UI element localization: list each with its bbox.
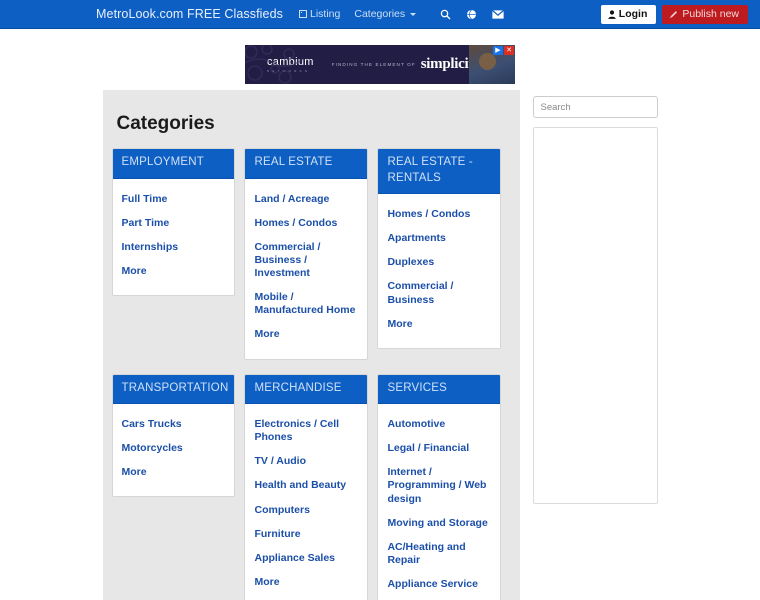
page-title: Categories	[116, 113, 215, 134]
category-panel-links: Full Time Part Time Internships More	[113, 179, 235, 295]
pencil-icon	[670, 10, 678, 18]
category-link[interactable]: Health and Beauty	[254, 474, 358, 498]
sidebar	[532, 90, 658, 600]
category-panel-title: MERCHANDISE	[245, 374, 368, 405]
brand-title[interactable]: MetroLook.com FREE Classfieds	[96, 7, 283, 21]
ad-choices-badges: ▶ ✕	[493, 46, 514, 55]
category-panel: MERCHANDISE Electronics / Cell Phones TV /…	[244, 373, 369, 600]
category-link[interactable]: Commercial / Business / Investment	[254, 236, 358, 286]
publish-new-button[interactable]: Publish new	[662, 4, 748, 24]
category-link[interactable]: Homes / Condos	[387, 203, 491, 227]
category-link[interactable]: Automotive	[387, 413, 491, 437]
category-link[interactable]: Internships	[122, 236, 226, 260]
category-link[interactable]: Duplexes	[387, 251, 491, 275]
category-link[interactable]: AC/Heating and Repair	[387, 536, 491, 573]
category-link[interactable]: Electronics / Cell Phones	[254, 413, 358, 450]
category-link[interactable]: Moving and Storage	[387, 512, 491, 536]
ad-decoration	[245, 45, 304, 84]
category-link[interactable]: Legal / Financial	[387, 437, 491, 461]
envelope-icon[interactable]	[492, 9, 505, 19]
category-link[interactable]: More	[387, 313, 491, 337]
nav-item-listing[interactable]: Listing	[299, 8, 340, 20]
category-cell: TRANSPORTATION Cars Trucks Motorcycles More	[111, 373, 245, 600]
category-link[interactable]: More	[122, 260, 226, 284]
category-link[interactable]: More	[254, 323, 358, 347]
category-link[interactable]: Full Time	[122, 188, 226, 212]
category-panel: SERVICES Automotive Legal / Financial Inter…	[377, 373, 502, 600]
login-button[interactable]: Login	[600, 4, 657, 24]
user-icon	[608, 9, 616, 19]
page-body: Categories EMPLOYMENT Full Time Part Time I…	[0, 84, 760, 600]
nav-links: Listing Categories	[299, 8, 417, 20]
ad-tagline: FINDING THE ELEMENT OF	[331, 62, 416, 67]
list-icon	[299, 10, 307, 18]
sidebar-empty-panel	[532, 127, 658, 504]
category-cell: EMPLOYMENT Full Time Part Time Internships M…	[111, 148, 245, 374]
category-panel-title: REAL ESTATE - RENTALS	[378, 149, 501, 195]
category-link[interactable]: Part Time	[122, 212, 226, 236]
category-panel-links: Homes / Condos Apartments Duplexes Commerci…	[378, 194, 500, 348]
category-panel-links: Automotive Legal / Financial Internet / Pr…	[378, 404, 500, 600]
search-input[interactable]	[532, 96, 658, 118]
category-link[interactable]: Computers	[254, 499, 358, 523]
category-panel: REAL ESTATE - RENTALS Homes / Condos Apart…	[377, 148, 502, 349]
category-cell: REAL ESTATE Land / Acreage Homes / Condos C…	[244, 148, 377, 374]
category-link[interactable]: Furniture	[254, 523, 358, 547]
category-link[interactable]: More	[122, 461, 226, 485]
category-panel-links: Electronics / Cell Phones TV / Audio Healt…	[245, 404, 367, 600]
category-link[interactable]: TV / Audio	[254, 450, 358, 474]
navbar-actions: Login Publish new	[600, 0, 748, 28]
category-link[interactable]: Internet / Programming / Web design	[387, 461, 491, 511]
category-link[interactable]: Commercial / Business	[387, 275, 491, 312]
category-link[interactable]: More	[254, 571, 358, 595]
ad-close-icon[interactable]: ✕	[504, 46, 514, 55]
ad-banner-wrapper: cambium N E T W O R K S FINDING THE ELEM…	[0, 29, 760, 84]
category-panel-title: TRANSPORTATION	[112, 374, 235, 405]
category-link[interactable]: Appliance Service	[387, 573, 491, 597]
nav-item-categories[interactable]: Categories	[354, 8, 417, 20]
category-cell: SERVICES Automotive Legal / Financial Inter…	[377, 373, 510, 600]
category-cell: MERCHANDISE Electronics / Cell Phones TV /…	[244, 373, 377, 600]
nav-item-listing-label: Listing	[310, 8, 341, 20]
search-icon[interactable]	[440, 9, 451, 20]
category-panel-title: REAL ESTATE	[245, 149, 368, 179]
adchoices-icon[interactable]: ▶	[493, 46, 503, 55]
category-panel-links: Land / Acreage Homes / Condos Commercial /…	[245, 179, 367, 359]
category-link[interactable]: Motorcycles	[122, 437, 226, 461]
category-link[interactable]: Homes / Condos	[254, 212, 358, 236]
ad-banner[interactable]: cambium N E T W O R K S FINDING THE ELEM…	[245, 45, 515, 84]
category-link[interactable]: Appliance Sales	[254, 547, 358, 571]
category-panel: EMPLOYMENT Full Time Part Time Internships M…	[111, 148, 236, 297]
category-panel-grid: EMPLOYMENT Full Time Part Time Internships M…	[111, 148, 511, 600]
category-link[interactable]: Cars Trucks	[122, 413, 226, 437]
category-panel: TRANSPORTATION Cars Trucks Motorcycles More	[111, 373, 236, 498]
globe-icon[interactable]	[466, 9, 477, 20]
publish-new-button-label: Publish new	[682, 7, 739, 20]
category-panel-title: EMPLOYMENT	[112, 149, 235, 179]
category-link[interactable]: Mobile / Manufactured Home	[254, 286, 358, 323]
category-panel-links: Cars Trucks Motorcycles More	[113, 404, 235, 496]
nav-item-categories-label: Categories	[354, 8, 406, 20]
nav-icon-group	[440, 9, 505, 20]
top-navbar: MetroLook.com FREE Classfieds Listing Ca…	[0, 0, 760, 29]
category-panel: REAL ESTATE Land / Acreage Homes / Condos C…	[244, 148, 369, 360]
category-link[interactable]: Apartments	[387, 227, 491, 251]
category-link[interactable]: Land / Acreage	[254, 188, 358, 212]
category-panel-title: SERVICES	[378, 374, 501, 405]
categories-container: Categories EMPLOYMENT Full Time Part Time I…	[102, 90, 520, 600]
category-cell: REAL ESTATE - RENTALS Homes / Condos Apart…	[377, 148, 510, 374]
login-button-label: Login	[618, 7, 648, 20]
chevron-down-icon	[410, 12, 417, 16]
